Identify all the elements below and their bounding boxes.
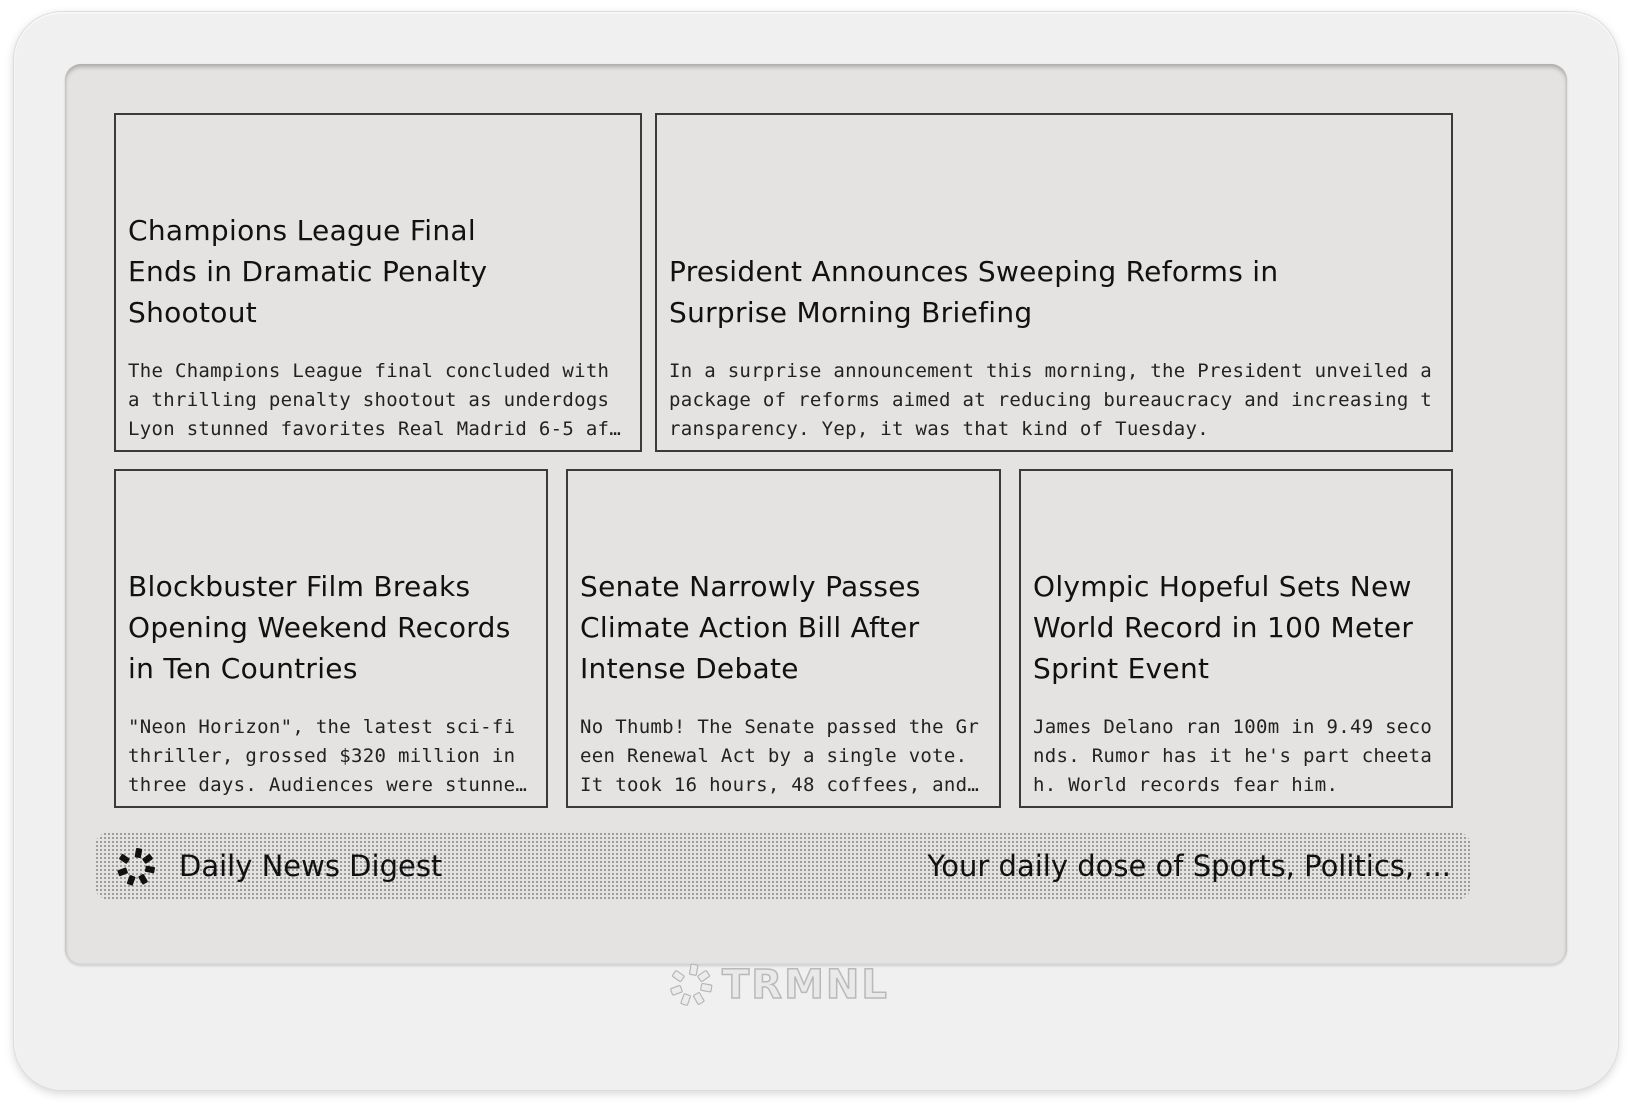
title-bar: Daily News Digest Your daily dose of Spo… bbox=[95, 832, 1471, 900]
news-card-content: Blockbuster Film Breaks Opening Weekend … bbox=[128, 566, 536, 800]
news-card-content: Senate Narrowly Passes Climate Action Bi… bbox=[580, 566, 989, 800]
news-card-content: President Announces Sweeping Reforms in … bbox=[669, 251, 1441, 444]
plugin-instance: Your daily dose of Sports, Politics, ... bbox=[927, 849, 1451, 883]
news-card-summary: The Champions League final concluded wit… bbox=[128, 360, 622, 440]
trmnl-logo-icon bbox=[117, 848, 155, 886]
news-card-content: Olympic Hopeful Sets New World Record in… bbox=[1033, 566, 1441, 800]
news-card-3[interactable]: Blockbuster Film Breaks Opening Weekend … bbox=[114, 469, 548, 808]
news-card-title: President Announces Sweeping Reforms in … bbox=[669, 255, 1279, 329]
news-card-5[interactable]: Olympic Hopeful Sets New World Record in… bbox=[1019, 469, 1453, 808]
news-card-summary: No Thumb! The Senate passed the Green Re… bbox=[580, 716, 980, 796]
news-card-content: Champions League Final Ends in Dramatic … bbox=[128, 210, 630, 444]
device-brand: TRMNL bbox=[668, 960, 889, 1010]
news-card-title: Blockbuster Film Breaks Opening Weekend … bbox=[128, 570, 511, 685]
trmnl-logo-icon bbox=[670, 963, 713, 1006]
brand-wordmark: TRMNL bbox=[721, 961, 889, 1009]
news-card-2[interactable]: President Announces Sweeping Reforms in … bbox=[655, 113, 1453, 452]
news-card-summary: James Delano ran 100m in 9.49 seconds. R… bbox=[1033, 716, 1433, 796]
news-card-title: Olympic Hopeful Sets New World Record in… bbox=[1033, 570, 1414, 685]
device-frame: Champions League Final Ends in Dramatic … bbox=[14, 12, 1618, 1090]
news-card-summary: In a surprise announcement this morning,… bbox=[669, 360, 1433, 440]
news-card-title: Senate Narrowly Passes Climate Action Bi… bbox=[580, 570, 921, 685]
news-card-title: Champions League Final Ends in Dramatic … bbox=[128, 214, 488, 329]
eink-screen: Champions League Final Ends in Dramatic … bbox=[65, 64, 1567, 965]
plugin-title: Daily News Digest bbox=[179, 849, 443, 883]
news-card-summary: "Neon Horizon", the latest sci-fi thrill… bbox=[128, 716, 516, 796]
news-card-1[interactable]: Champions League Final Ends in Dramatic … bbox=[114, 113, 642, 452]
news-card-4[interactable]: Senate Narrowly Passes Climate Action Bi… bbox=[566, 469, 1001, 808]
